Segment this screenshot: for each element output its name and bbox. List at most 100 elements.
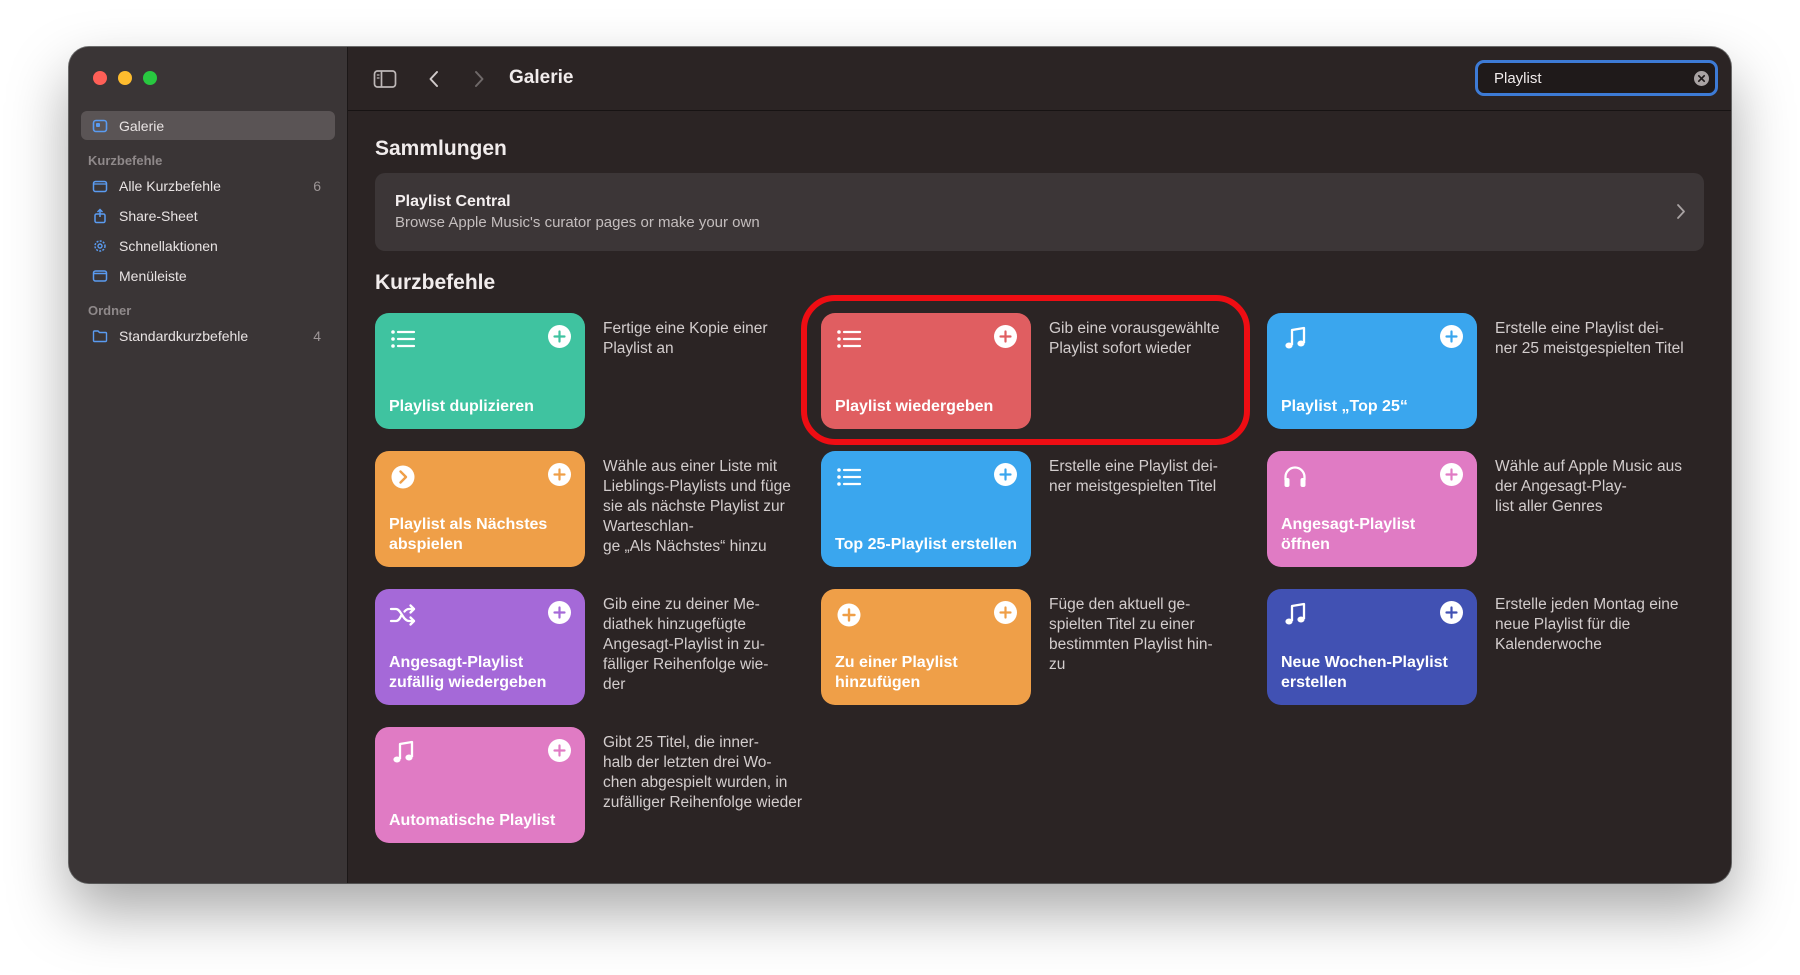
shortcut-cell: Playlist „Top 25“ Erstelle eine Playlist… — [1267, 313, 1704, 429]
add-shortcut-button[interactable] — [548, 325, 571, 348]
gallery-icon — [91, 117, 109, 135]
forward-button[interactable] — [466, 67, 492, 91]
add-shortcut-button[interactable] — [548, 601, 571, 624]
sidebar-item-share-sheet[interactable]: Share-Sheet — [81, 201, 335, 230]
main-area: Galerie Sammlungen Playlist Central Brow… — [348, 47, 1731, 883]
shortcut-cell: Angesagt-Playlist zufällig wiedergeben G… — [375, 589, 812, 705]
toolbar: Galerie — [348, 47, 1731, 111]
sidebar-item-label: Alle Kurzbefehle — [119, 177, 221, 194]
sidebar-item-menueleiste[interactable]: Menüleiste — [81, 261, 335, 290]
sidebar-item-schnellaktionen[interactable]: Schnellaktionen — [81, 231, 335, 260]
list-icon — [835, 325, 863, 353]
shortcut-description: Wähle auf Apple Music aus der Angesagt-P… — [1495, 458, 1682, 515]
music-note-icon — [389, 739, 417, 767]
shortcut-description: Fertige eine Kopie einer Playlist an — [603, 320, 768, 357]
plus-icon — [553, 606, 566, 619]
shortcut-cell: Playlist wiedergeben Gib eine vorausgewä… — [821, 313, 1258, 429]
sidebar-item-count: 4 — [313, 327, 321, 344]
shortcut-title: Angesagt-Playlist öffnen — [1281, 516, 1416, 553]
plus-icon — [999, 606, 1012, 619]
gear-icon — [91, 237, 109, 255]
shortcut-card-top-25-playlist-erstellen[interactable]: Top 25-Playlist erstellen — [821, 451, 1031, 567]
add-shortcut-button[interactable] — [994, 601, 1017, 624]
sidebar-item-standardkurzbefehle[interactable]: Standardkurzbefehle 4 — [81, 321, 335, 350]
shortcut-card-playlist-duplizieren[interactable]: Playlist duplizieren — [375, 313, 585, 429]
add-shortcut-button[interactable] — [1440, 325, 1463, 348]
close-window-button[interactable] — [93, 71, 107, 85]
shortcut-card-neue-wochen-playlist[interactable]: Neue Wochen-Playlist erstellen — [1267, 589, 1477, 705]
shortcut-card-zu-einer-playlist-hinzufuegen[interactable]: Zu einer Playlist hinzufügen — [821, 589, 1031, 705]
list-icon — [389, 325, 417, 353]
clear-icon — [1694, 70, 1709, 86]
shortcut-card-angesagt-playlist-zufaellig[interactable]: Angesagt-Playlist zufällig wiedergeben — [375, 589, 585, 705]
add-shortcut-button[interactable] — [548, 463, 571, 486]
plus-icon — [1445, 606, 1458, 619]
shortcut-title: Playlist als Nächstes abspielen — [389, 516, 548, 553]
add-shortcut-button[interactable] — [1440, 601, 1463, 624]
shortcut-description: Gib eine vorausgewählte Playlist sofort … — [1049, 320, 1220, 357]
shortcuts-window: Galerie Kurzbefehle Alle Kurzbefehle 6 S… — [69, 47, 1731, 883]
shortcut-card-angesagt-playlist-oeffnen[interactable]: Angesagt-Playlist öffnen — [1267, 451, 1477, 567]
search-input[interactable] — [1494, 69, 1693, 87]
shortcut-description: Erstelle eine Playlist dei- ner meistges… — [1049, 458, 1218, 495]
shortcut-card-playlist-wiedergeben[interactable]: Playlist wiedergeben — [821, 313, 1031, 429]
list-icon — [835, 463, 863, 491]
shortcut-grid: Playlist duplizieren Fertige eine Kopie … — [375, 313, 1704, 843]
headphones-icon — [1281, 463, 1309, 491]
plus-icon — [553, 468, 566, 481]
toggle-sidebar-button[interactable] — [372, 67, 398, 91]
shuffle-icon — [389, 601, 417, 629]
shortcut-cell: Angesagt-Playlist öffnen Wähle auf Apple… — [1267, 451, 1704, 567]
collection-subtitle: Browse Apple Music's curator pages or ma… — [395, 214, 760, 231]
music-note-icon — [1281, 325, 1309, 353]
gallery-content: Sammlungen Playlist Central Browse Apple… — [375, 111, 1704, 843]
sidebar-item-label: Menüleiste — [119, 267, 187, 284]
minimize-window-button[interactable] — [118, 71, 132, 85]
music-note-icon — [1281, 601, 1309, 629]
shortcut-title: Playlist wiedergeben — [835, 398, 994, 415]
sidebar-item-label: Galerie — [119, 117, 165, 134]
shortcut-description: Erstelle jeden Montag eine neue Playlist… — [1495, 596, 1679, 653]
sidebar-list: Galerie Kurzbefehle Alle Kurzbefehle 6 S… — [81, 111, 335, 351]
shortcut-cell: Automatische Playlist Gibt 25 Titel, die… — [375, 727, 812, 843]
shortcut-title: Automatische Playlist — [389, 812, 556, 829]
shortcut-description: Füge den aktuell ge- spielten Titel zu e… — [1049, 596, 1213, 673]
plus-icon — [553, 744, 566, 757]
shortcut-title: Playlist „Top 25“ — [1281, 398, 1408, 415]
plus-icon — [1445, 330, 1458, 343]
shortcut-description: Wähle aus einer Liste mit Lieblings-Play… — [603, 458, 791, 555]
shortcut-title: Zu einer Playlist hinzufügen — [835, 654, 958, 691]
section-title-kurzbefehle: Kurzbefehle — [375, 271, 496, 294]
plus-icon — [1445, 468, 1458, 481]
sidebar-item-alle-kurzbefehle[interactable]: Alle Kurzbefehle 6 — [81, 171, 335, 200]
shortcut-cell: Playlist duplizieren Fertige eine Kopie … — [375, 313, 812, 429]
shortcut-title: Angesagt-Playlist zufällig wiedergeben — [389, 654, 547, 691]
add-shortcut-button[interactable] — [994, 325, 1017, 348]
sidebar-item-label: Standardkurzbefehle — [119, 327, 249, 344]
shortcut-description: Erstelle eine Playlist dei- ner 25 meist… — [1495, 320, 1684, 357]
window-controls — [93, 71, 157, 85]
sidebar: Galerie Kurzbefehle Alle Kurzbefehle 6 S… — [69, 47, 348, 883]
chevron-left-icon — [429, 71, 438, 87]
add-shortcut-button[interactable] — [994, 463, 1017, 486]
zoom-window-button[interactable] — [143, 71, 157, 85]
folder-icon — [91, 177, 109, 195]
sidebar-toggle-icon — [373, 70, 397, 88]
back-button[interactable] — [421, 67, 447, 91]
add-shortcut-button[interactable] — [1440, 463, 1463, 486]
collection-playlist-central[interactable]: Playlist Central Browse Apple Music's cu… — [375, 173, 1704, 251]
sidebar-item-galerie[interactable]: Galerie — [81, 111, 335, 140]
shortcut-card-playlist-als-naechstes[interactable]: Playlist als Nächstes abspielen — [375, 451, 585, 567]
shortcut-title: Playlist duplizieren — [389, 398, 534, 415]
shortcut-card-playlist-top-25[interactable]: Playlist „Top 25“ — [1267, 313, 1477, 429]
chevron-right-icon — [1677, 204, 1685, 219]
sidebar-item-label: Share-Sheet — [119, 207, 198, 224]
sidebar-item-count: 6 — [313, 177, 321, 194]
clear-search-button[interactable] — [1693, 70, 1710, 87]
shortcut-card-automatische-playlist[interactable]: Automatische Playlist — [375, 727, 585, 843]
plus-circle-icon — [835, 601, 863, 629]
add-shortcut-button[interactable] — [548, 739, 571, 762]
page-title: Galerie — [509, 67, 574, 88]
share-icon — [91, 207, 109, 225]
search-field[interactable] — [1475, 60, 1718, 96]
